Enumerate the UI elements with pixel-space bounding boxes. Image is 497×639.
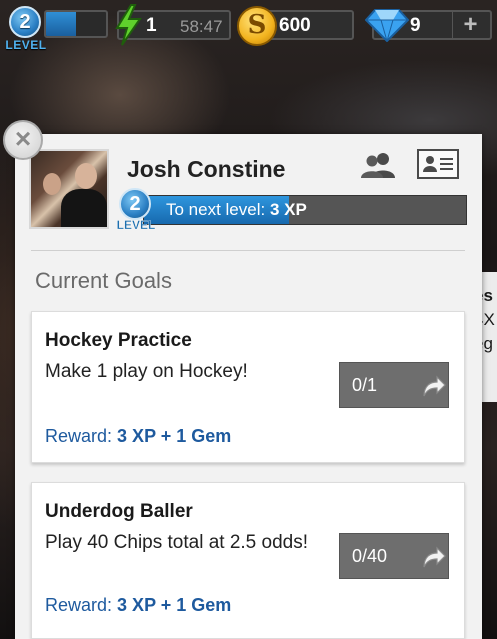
coin-icon: S (237, 6, 277, 46)
hud-xp-bar (44, 10, 108, 38)
goal-progress: 0/1 (352, 375, 378, 395)
share-arrow-icon (423, 546, 446, 568)
goal-progress: 0/40 (352, 546, 388, 566)
gem-count: 9 (410, 15, 421, 36)
profile-avatar[interactable] (29, 149, 109, 229)
buy-gems-button[interactable]: + (452, 12, 488, 38)
level-progress-value: 3 XP (269, 200, 307, 219)
top-hud: 2 LEVEL 1 58:47 S 600 9 + (0, 0, 497, 60)
hud-level-number: 2 (9, 6, 41, 38)
energy-timer: 58:47 (180, 17, 223, 36)
profile-card-icon[interactable] (417, 149, 459, 179)
profile-level-badge: 2 LEVEL (113, 188, 159, 236)
energy-bolt-icon (115, 4, 142, 46)
coin-count: 600 (279, 15, 311, 36)
goal-reward: Reward: 3 XP + 1 Gem (45, 426, 231, 447)
goal-reward: Reward: 3 XP + 1 Gem (45, 595, 231, 616)
hud-level-caption: LEVEL (5, 38, 47, 52)
goal-description: Play 40 Chips total at 2.5 odds! (45, 532, 308, 553)
goal-reward-value: 3 XP + 1 Gem (117, 595, 232, 615)
goal-progress-button[interactable]: 0/40 (339, 533, 449, 579)
avatar-figure (43, 173, 61, 195)
avatar-figure (61, 189, 107, 227)
goals-heading: Current Goals (35, 268, 172, 293)
profile-panel: Josh Constine To next level: 3 XP 2 LEVE… (15, 134, 482, 639)
level-progress-text: To next level: 3 XP (166, 200, 307, 220)
close-button[interactable]: × (3, 120, 43, 160)
friends-icon[interactable] (360, 152, 396, 178)
goal-title: Hockey Practice (45, 330, 192, 351)
level-progress-bar: To next level: 3 XP (143, 195, 467, 225)
profile-level-number: 2 (119, 188, 151, 220)
avatar-figure (75, 163, 97, 189)
hud-xp-fill (46, 12, 76, 36)
gem-icon (365, 9, 409, 42)
energy-count: 1 (146, 15, 157, 36)
divider (31, 250, 465, 251)
goal-title: Underdog Baller (45, 501, 193, 522)
goal-progress-button[interactable]: 0/1 (339, 362, 449, 408)
goal-description: Make 1 play on Hockey! (45, 361, 248, 382)
level-progress-label: To next level: (166, 200, 266, 219)
goal-card[interactable]: Underdog Baller Play 40 Chips total at 2… (31, 482, 465, 639)
profile-name: Josh Constine (127, 156, 286, 182)
hud-level-badge[interactable]: 2 LEVEL (3, 6, 49, 56)
goal-card[interactable]: Hockey Practice Make 1 play on Hockey! 0… (31, 311, 465, 463)
share-arrow-icon (423, 375, 446, 397)
goal-reward-value: 3 XP + 1 Gem (117, 426, 232, 446)
goal-reward-label: Reward: (45, 595, 113, 615)
profile-level-caption: LEVEL (116, 218, 156, 232)
goal-reward-label: Reward: (45, 426, 113, 446)
